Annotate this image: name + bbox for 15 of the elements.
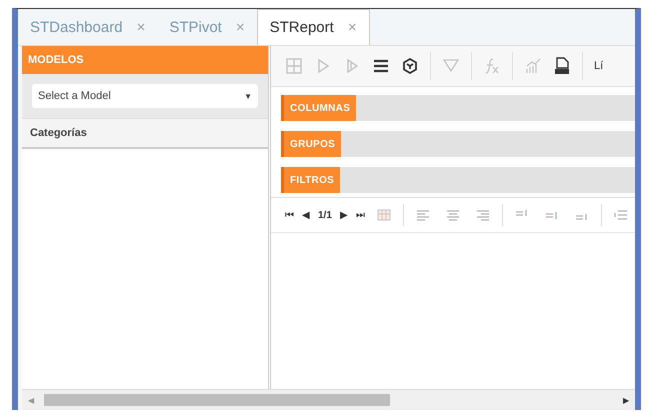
panel-header: MODELOS (22, 46, 268, 74)
previous-page-button[interactable]: ◀ (302, 209, 310, 221)
page-indicator: 1/1 (318, 210, 332, 220)
zone-label: GRUPOS (281, 131, 342, 157)
horizontal-scrollbar[interactable]: ◀ ▶ (22, 389, 635, 410)
last-page-button[interactable]: ⏭ (356, 210, 365, 220)
first-page-button[interactable]: ⏮ (285, 210, 294, 220)
toolbar-label[interactable]: Lí (594, 60, 604, 72)
next-page-button[interactable]: ▶ (340, 209, 348, 221)
model-select[interactable]: Select a Model ▼ (32, 84, 258, 108)
zone-label: COLUMNAS (281, 95, 356, 121)
zone-label: FILTROS (281, 167, 340, 193)
tab[interactable]: STReport × (256, 9, 370, 45)
section-header: Categorías (22, 118, 268, 149)
scroll-right-button[interactable]: ▶ (617, 396, 635, 404)
